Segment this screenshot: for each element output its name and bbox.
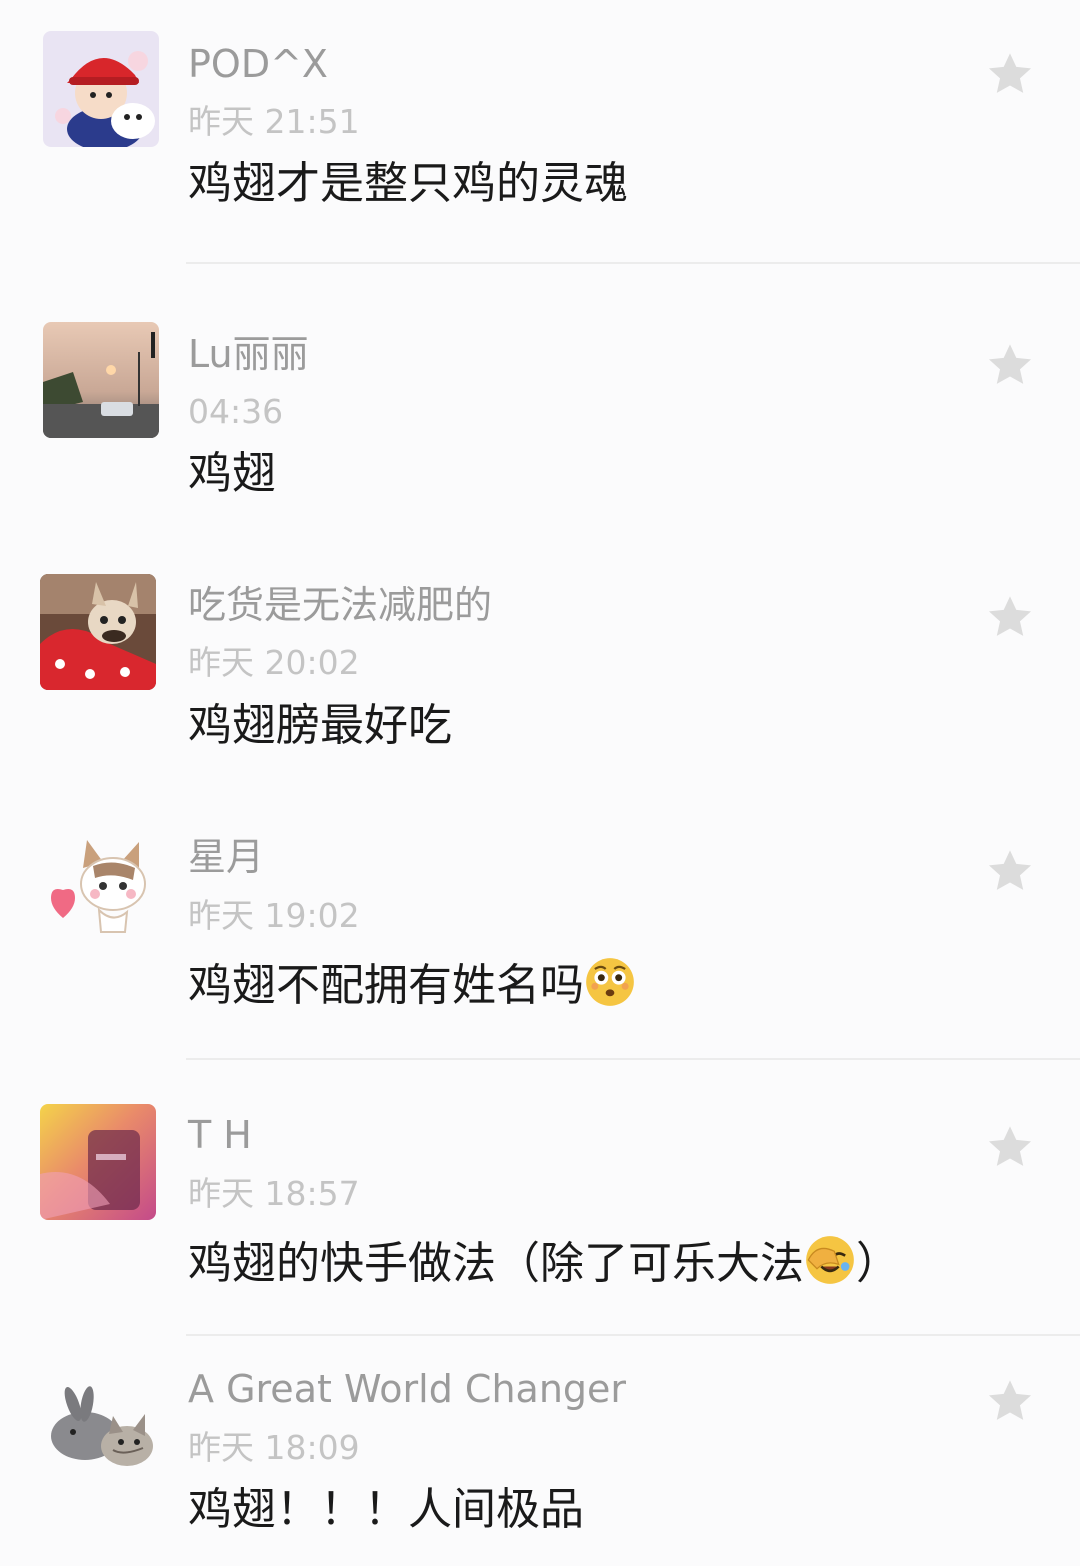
avatar[interactable] [43, 828, 159, 944]
avatar[interactable] [43, 1376, 159, 1492]
comment-time: 昨天 18:09 [188, 1428, 360, 1467]
avatar[interactable] [40, 1104, 156, 1220]
comment-text-body: 鸡翅的快手做法（除了可乐大法 [188, 1238, 804, 1289]
comment-author[interactable]: 星月 [188, 838, 264, 876]
avatar[interactable] [40, 574, 156, 690]
comment-author[interactable]: POD^X [188, 45, 328, 83]
divider [186, 262, 1080, 264]
comment-text: 鸡翅！！！人间极品 [188, 1484, 584, 1535]
comment-text: 鸡翅 [188, 448, 276, 499]
comment-text: 鸡翅不配拥有姓名吗 [188, 956, 636, 1008]
comment-author[interactable]: T H [188, 1116, 252, 1154]
star-icon[interactable] [984, 1121, 1036, 1173]
facepalm-emoji [804, 1234, 856, 1286]
comment-text: 鸡翅膀最好吃 [188, 700, 452, 751]
divider [186, 1058, 1080, 1060]
comment-author[interactable]: 吃货是无法减肥的 [188, 586, 492, 624]
star-icon[interactable] [984, 1375, 1036, 1427]
flushed-face-emoji [584, 956, 636, 1008]
star-icon[interactable] [984, 845, 1036, 897]
star-icon[interactable] [984, 339, 1036, 391]
star-icon[interactable] [984, 48, 1036, 100]
comment-time: 04:36 [188, 392, 284, 431]
comment-time: 昨天 21:51 [188, 102, 360, 141]
comment-author[interactable]: Lu丽丽 [188, 335, 309, 373]
comment-text-body: 鸡翅不配拥有姓名吗 [188, 960, 584, 1011]
comment-text-suffix: ） [856, 1238, 900, 1289]
comment-time: 昨天 20:02 [188, 643, 360, 682]
comment-time: 昨天 18:57 [188, 1174, 360, 1213]
avatar[interactable] [43, 322, 159, 438]
comment-time: 昨天 19:02 [188, 896, 360, 935]
comment-author[interactable]: A Great World Changer [188, 1370, 626, 1408]
comment-text: 鸡翅的快手做法（除了可乐大法 ） [188, 1234, 900, 1286]
divider [186, 1334, 1080, 1336]
avatar[interactable] [43, 31, 159, 147]
comment-list: POD^X 昨天 21:51 鸡翅才是整只鸡的灵魂 Lu丽丽 04:36 鸡翅 … [0, 0, 1080, 1566]
star-icon[interactable] [984, 591, 1036, 643]
comment-text: 鸡翅才是整只鸡的灵魂 [188, 158, 628, 209]
